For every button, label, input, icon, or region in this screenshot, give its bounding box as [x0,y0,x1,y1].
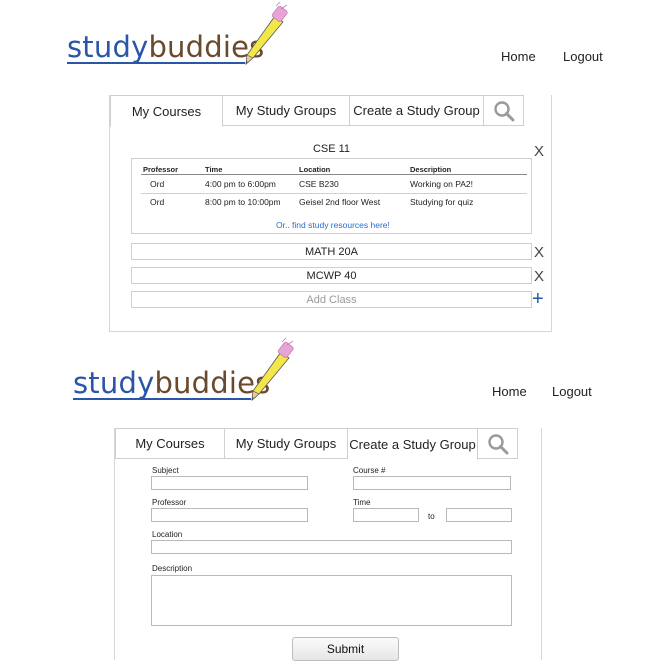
logo-text: studybuddies [67,30,265,64]
tab-create-study-group[interactable]: Create a Study Group [348,428,478,460]
search-icon [493,100,514,121]
logo-underline [73,398,251,400]
tab-my-courses[interactable]: My Courses [115,428,225,459]
subject-label: Subject [152,466,179,475]
col-header-professor: Professor [143,165,179,174]
logo: studybuddies [67,2,288,70]
time-to-input[interactable] [446,508,512,522]
nav-logout-link[interactable]: Logout [563,49,603,64]
time-label: Time [353,498,371,507]
course-header[interactable]: CSE 11 [131,140,532,159]
my-courses-panel: My Courses My Study Groups Create a Stud… [109,95,552,332]
tab-bar: My Courses My Study Groups Create a Stud… [115,428,518,460]
time-from-input[interactable] [353,508,419,522]
table-cell: 8:00 pm to 10:00pm [205,197,281,207]
tab-bar: My Courses My Study Groups Create a Stud… [110,95,524,127]
nav-home-link[interactable]: Home [501,49,536,64]
nav-logout-link[interactable]: Logout [552,384,592,399]
table-cell: Ord [150,197,165,207]
study-resources-link[interactable]: Or.. find study resources here! [276,220,390,230]
add-class-button[interactable]: + [532,289,544,309]
tab-search[interactable] [478,428,518,459]
table-cell: CSE B230 [299,179,339,189]
table-row-rule [141,193,527,194]
location-label: Location [152,530,183,539]
table-cell: Ord [150,179,165,189]
logo-text: studybuddies [73,366,271,400]
professor-label: Professor [152,498,187,507]
logo-underline [67,62,245,64]
professor-input[interactable] [151,508,308,522]
tab-create-study-group[interactable]: Create a Study Group [350,95,484,126]
description-textarea[interactable] [151,575,512,626]
table-header-rule [141,174,527,175]
table-cell: Working on PA2! [410,179,473,189]
logo: studybuddies [73,338,294,406]
submit-button[interactable]: Submit [292,637,399,661]
search-icon [487,433,508,454]
pencil-icon [251,338,294,401]
table-cell: Studying for quiz [410,197,474,207]
course-card-expanded: CSE 11 Professor Time Location Descripti… [131,140,532,234]
nav-home-link[interactable]: Home [492,384,527,399]
col-header-description: Description [410,165,452,174]
subject-input[interactable] [151,476,308,490]
remove-course-button[interactable]: X [534,269,544,284]
col-header-time: Time [205,165,223,174]
description-label: Description [152,564,193,573]
table-cell: 4:00 pm to 6:00pm [205,179,276,189]
add-class-input[interactable]: Add Class [131,291,532,308]
course-item-mcwp-40[interactable]: MCWP 40 [131,267,532,284]
course-number-input[interactable] [353,476,511,490]
col-header-location: Location [299,165,331,174]
table-cell: Geisel 2nd floor West [299,197,381,207]
course-number-label: Course # [353,466,386,475]
tab-search[interactable] [484,95,524,126]
pencil-icon [245,2,288,65]
location-input[interactable] [151,540,512,554]
remove-course-button[interactable]: X [534,144,544,159]
tab-my-study-groups[interactable]: My Study Groups [225,428,348,459]
remove-course-button[interactable]: X [534,245,544,260]
tab-my-courses[interactable]: My Courses [110,95,223,127]
tab-my-study-groups[interactable]: My Study Groups [223,95,350,126]
time-to-label: to [428,512,435,521]
course-item-math-20a[interactable]: MATH 20A [131,243,532,260]
create-study-group-panel: My Courses My Study Groups Create a Stud… [114,428,542,661]
